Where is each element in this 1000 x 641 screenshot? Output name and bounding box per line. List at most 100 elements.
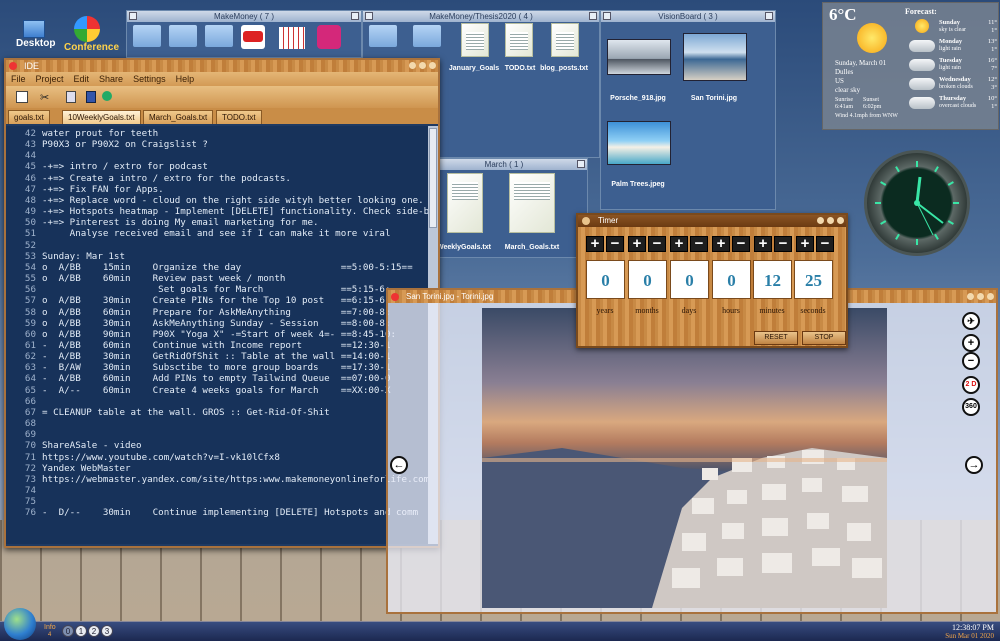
code-line[interactable]: 50 -+=> Pinterest is doing My email marke… <box>6 217 430 228</box>
save-icon[interactable] <box>86 91 96 103</box>
code-line[interactable]: 43 P90X3 or P90X2 on Craigslist ? <box>6 139 430 150</box>
timer-widget[interactable]: Timer + − + − + − + − + − + − 0 0 0 0 12… <box>576 213 848 348</box>
decrement-months-button[interactable]: − <box>648 236 666 252</box>
code-line[interactable]: 76 - D/-- 30min Continue implementing [DE… <box>6 507 430 518</box>
close-icon[interactable] <box>837 217 844 224</box>
text-file-icon[interactable] <box>447 173 483 233</box>
code-line[interactable]: 67 = CLEANUP table at the wall. GROS :: G… <box>6 407 430 418</box>
weather-widget[interactable]: 6°C Forecast: Sunday, March 01 Dulles US… <box>822 2 999 130</box>
start-globe-icon[interactable] <box>4 608 36 640</box>
code-line[interactable]: 52 <box>6 240 430 251</box>
youtube-icon[interactable] <box>241 25 265 49</box>
march-titlebar[interactable]: March ( 1 ) <box>421 159 587 170</box>
code-line[interactable]: 66 <box>6 396 430 407</box>
close-icon[interactable] <box>429 62 436 69</box>
tab-todo[interactable]: TODO.txt <box>216 110 262 124</box>
cut-icon[interactable]: ✂ <box>40 91 49 104</box>
code-line[interactable]: 71 https://www.youtube.com/watch?v=I-vk10… <box>6 452 430 463</box>
minimize-icon[interactable] <box>409 62 416 69</box>
virtual-desktop-button[interactable]: 1 <box>75 625 87 637</box>
next-image-button[interactable]: → <box>965 456 983 474</box>
palm-trees-thumbnail[interactable] <box>607 121 671 165</box>
decrement-days-button[interactable]: − <box>690 236 708 252</box>
ide-titlebar[interactable]: IDE <box>6 60 438 72</box>
virtual-desktop-button[interactable]: 0 <box>62 625 74 637</box>
code-line[interactable]: 64 - A/BB 60min Add PINs to empty Tailwin… <box>6 373 430 384</box>
code-line[interactable]: 44 <box>6 150 430 161</box>
folder-icon[interactable] <box>169 25 197 47</box>
code-line[interactable]: 63 - B/AW 30min Subsctibe to more group b… <box>6 362 430 373</box>
code-line[interactable]: 65 - A/-- 60min Create 4 weeks goals for … <box>6 385 430 396</box>
code-line[interactable]: 75 <box>6 496 430 507</box>
fit-view-button[interactable]: ✈ <box>962 312 980 330</box>
folder-icon[interactable] <box>369 25 397 47</box>
folder-icon[interactable] <box>413 25 441 47</box>
menu-help[interactable]: Help <box>176 74 195 84</box>
conference-shortcut[interactable]: Conference <box>64 16 119 53</box>
code-line[interactable]: 73 https://webmaster.yandex.com/site/http… <box>6 474 430 485</box>
info-label[interactable]: Info <box>44 624 56 631</box>
reset-button[interactable]: RESET <box>754 331 798 345</box>
maximize-icon[interactable] <box>419 62 426 69</box>
increment-years-button[interactable]: + <box>586 236 604 252</box>
code-line[interactable]: 47 -+=> Fix FAN for Apps. <box>6 184 430 195</box>
santorini-thumbnail[interactable] <box>683 33 747 81</box>
decrement-seconds-button[interactable]: − <box>816 236 834 252</box>
code-line[interactable]: 58 o A/BB 60min Prepare for AskMeAnything… <box>6 307 430 318</box>
calendar-icon[interactable] <box>279 27 305 49</box>
decrement-minutes-button[interactable]: − <box>774 236 792 252</box>
virtual-desktop-button[interactable]: 3 <box>101 625 113 637</box>
scrollbar-thumb[interactable] <box>429 128 437 228</box>
makemoney-titlebar[interactable]: MakeMoney ( 7 ) <box>127 11 361 22</box>
new-file-icon[interactable] <box>16 91 28 103</box>
visionboard-window[interactable]: VisionBoard ( 3 ) Porsche_918.jpg San To… <box>600 10 776 210</box>
text-file-icon[interactable] <box>461 23 489 57</box>
maximize-icon[interactable] <box>827 217 834 224</box>
code-line[interactable]: 62 - A/BB 30min GetRidOfShit :: Table at … <box>6 351 430 362</box>
stop-button[interactable]: STOP <box>802 331 846 345</box>
code-line[interactable]: 60 o A/BB 90min P90X "Yoga X" -=Start of … <box>6 329 430 340</box>
zoom-in-button[interactable]: + <box>962 334 980 352</box>
copy-icon[interactable] <box>66 91 76 103</box>
increment-minutes-button[interactable]: + <box>754 236 772 252</box>
menu-project[interactable]: Project <box>36 74 64 84</box>
code-line[interactable]: 48 -+=> Replace word - cloud on the right… <box>6 195 430 206</box>
settings-icon[interactable] <box>102 91 112 101</box>
menu-settings[interactable]: Settings <box>133 74 166 84</box>
close-icon[interactable] <box>987 293 994 300</box>
view-360-button[interactable]: 360 <box>962 398 980 416</box>
menu-share[interactable]: Share <box>99 74 123 84</box>
virtual-desktop-button[interactable]: 2 <box>88 625 100 637</box>
code-line[interactable]: 55 o A/BB 60min Review past week / month <box>6 273 430 284</box>
folder-icon[interactable] <box>205 25 233 47</box>
code-line[interactable]: 57 o A/BB 30min Create PINs for the Top 1… <box>6 295 430 306</box>
code-line[interactable]: 56 Set goals for March ==5:15-6: <box>6 284 430 295</box>
desktop-shortcut[interactable]: Desktop <box>16 20 55 49</box>
menu-edit[interactable]: Edit <box>74 74 90 84</box>
increment-seconds-button[interactable]: + <box>796 236 814 252</box>
increment-days-button[interactable]: + <box>670 236 688 252</box>
menu-file[interactable]: File <box>11 74 26 84</box>
timer-titlebar[interactable]: Timer <box>578 215 846 227</box>
minimize-icon[interactable] <box>967 293 974 300</box>
porsche-thumbnail[interactable] <box>607 39 671 75</box>
view-2d-button[interactable]: 2 D <box>962 376 980 394</box>
increment-months-button[interactable]: + <box>628 236 646 252</box>
makemoney-window[interactable]: MakeMoney ( 7 ) <box>126 10 362 58</box>
ide-window[interactable]: IDE File Project Edit Share Settings Help ✂ g… <box>4 58 440 548</box>
tab-march-goals[interactable]: March_Goals.txt <box>143 110 214 124</box>
code-editor[interactable]: 42 water prout for teeth 43 P90X3 or P90X2 … <box>6 126 430 544</box>
march-folder-window[interactable]: March ( 1 ) WeeklyGoals.txt March_Goals.… <box>420 158 588 258</box>
code-line[interactable]: 61 - A/BB 60min Continue with Income repo… <box>6 340 430 351</box>
tab-goals[interactable]: goals.txt <box>8 110 50 124</box>
code-line[interactable]: 70 ShareASale - video <box>6 440 430 451</box>
camera-icon[interactable] <box>317 25 341 49</box>
code-line[interactable]: 69 <box>6 429 430 440</box>
text-file-icon[interactable] <box>551 23 579 57</box>
folder-icon[interactable] <box>133 25 161 47</box>
code-line[interactable]: 59 o A/BB 30min AskMeAnything Sunday - Se… <box>6 318 430 329</box>
code-line[interactable]: 51 Analyse received email and see if I c… <box>6 228 430 239</box>
code-line[interactable]: 46 -+=> Create a intro / extro for the po… <box>6 173 430 184</box>
zoom-out-button[interactable]: − <box>962 352 980 370</box>
code-line[interactable]: 74 <box>6 485 430 496</box>
